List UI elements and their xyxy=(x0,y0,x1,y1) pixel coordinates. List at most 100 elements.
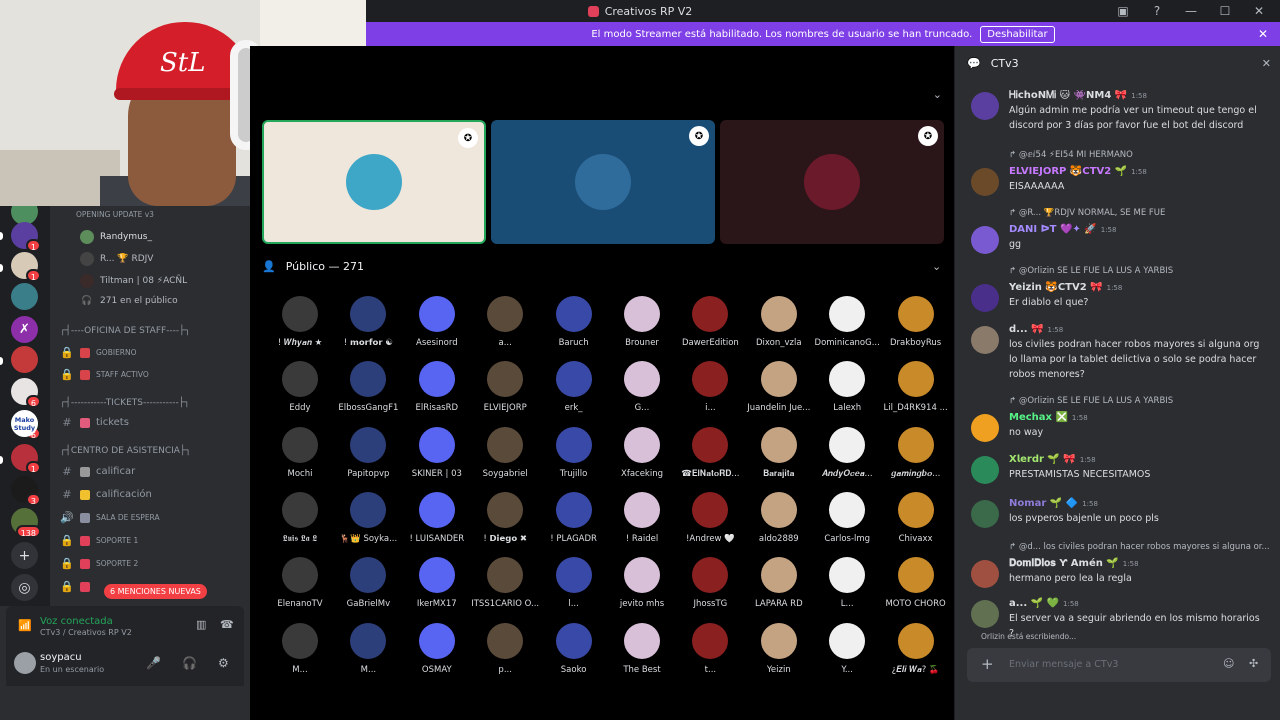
maximize-button[interactable]: ☐ xyxy=(1210,0,1240,22)
audience-member[interactable]: Carlos-lmg xyxy=(813,491,881,554)
server-icon[interactable]: 6 xyxy=(11,378,41,408)
channel-soporte-2[interactable]: 🔒 SOPORTE 2 xyxy=(60,557,245,570)
close-banner-icon[interactable]: ✕ xyxy=(1258,27,1268,41)
channel-calificacion[interactable]: # calificación xyxy=(60,488,245,501)
audience-member[interactable]: Juandelin Jue... xyxy=(745,361,813,423)
audience-member[interactable]: Dixon_vzla xyxy=(745,296,813,358)
avatar[interactable] xyxy=(971,226,999,254)
avatar[interactable] xyxy=(971,560,999,588)
close-window-button[interactable]: ✕ xyxy=(1244,0,1274,22)
message-placeholder[interactable]: Enviar mensaje a CTv3 xyxy=(1009,659,1118,670)
username[interactable]: soypacu xyxy=(40,652,82,663)
audience-member[interactable]: 🦌👑 Soyka... xyxy=(334,491,402,554)
chevron-down-icon[interactable]: ⌄ xyxy=(933,88,942,101)
audience-member[interactable]: 𝑨𝒏𝒅𝒚𝑶𝒄𝒆𝒂... xyxy=(813,426,881,489)
audience-member[interactable]: DrakboyRus xyxy=(882,296,950,358)
audience-member[interactable]: l... xyxy=(540,557,608,619)
audience-member[interactable]: !Andrew 🤍 xyxy=(676,491,744,554)
voice-user[interactable]: Tiltman | 08 ⚡ACÑL xyxy=(80,274,187,288)
audience-member[interactable]: Lalexh xyxy=(813,361,881,423)
message-author[interactable]: 𝗫𝗹𝗲𝗿𝗱𝗿 🌱 🎀 1:58 xyxy=(1009,454,1096,465)
message-author[interactable]: Yeizin 🐯CTV2 🎀 1:58 xyxy=(1009,282,1122,293)
audience-member[interactable]: DawerEdition xyxy=(676,296,744,358)
avatar[interactable] xyxy=(971,456,999,484)
mic-muted-icon[interactable]: 🎤 xyxy=(146,656,161,670)
server-icon[interactable]: 1 xyxy=(11,252,41,282)
server-icon[interactable] xyxy=(11,283,38,310)
audience-member[interactable]: ! LUISANDER xyxy=(403,491,471,554)
soundboard-icon[interactable]: ▥ xyxy=(196,618,206,631)
reply-preview[interactable]: ↱ @d... los civiles podran hacer robos m… xyxy=(1009,542,1271,552)
message-author[interactable]: ELVIEJORP 🐯CTV2 🌱 1:58 xyxy=(1009,166,1147,177)
audience-member[interactable]: ! Raidel xyxy=(608,491,676,554)
audience-member[interactable]: ElRisasRD xyxy=(403,361,471,423)
audience-member[interactable]: ITSS1CARIO O... xyxy=(471,557,539,619)
audience-member[interactable]: ! PLAGADR xyxy=(540,491,608,554)
audience-member[interactable]: Chivaxx xyxy=(882,491,950,554)
minimize-button[interactable]: — xyxy=(1176,0,1206,22)
message-author[interactable]: 𝗠𝗲𝗰𝗵𝗮𝘅 ❎ 1:58 xyxy=(1009,412,1088,423)
channel-staff-activo[interactable]: 🔒 STAFF ACTIVO xyxy=(60,368,245,381)
audience-member[interactable]: M... xyxy=(266,622,334,685)
message-author[interactable]: 𝐃𝐨𝐦𝐢𝐃𝐢𝐨𝐬 Ƴ Amén 🌱 1:58 xyxy=(1009,558,1139,569)
audience-member[interactable]: M... xyxy=(334,622,402,685)
audience-member[interactable]: IkerMX17 xyxy=(403,557,471,619)
close-chat-icon[interactable]: ✕ xyxy=(1262,57,1271,70)
channel-sala-espera[interactable]: 🔊 SALA DE ESPERA xyxy=(60,511,245,524)
inbox-icon[interactable]: ▣ xyxy=(1108,0,1138,22)
channel-calificar[interactable]: # calificar xyxy=(60,465,245,478)
audience-member[interactable]: MOTO CHORO xyxy=(882,557,950,619)
audience-member[interactable]: GaBrielMv xyxy=(334,557,402,619)
message-author[interactable]: d... 🎀 1:58 xyxy=(1009,324,1063,335)
server-icon[interactable]: 1 xyxy=(11,222,41,252)
audience-member[interactable]: L... xyxy=(813,557,881,619)
audience-member[interactable]: 𝒈𝒂𝒎𝒊𝒏𝒈𝒃𝒐... xyxy=(882,426,950,489)
add-attachment-icon[interactable]: + xyxy=(981,655,994,673)
help-icon[interactable]: ? xyxy=(1142,0,1172,22)
voice-user[interactable]: Randymus_ xyxy=(80,230,152,244)
audience-member[interactable]: p... xyxy=(471,622,539,685)
avatar[interactable] xyxy=(971,600,999,628)
audience-member[interactable]: ElenanoTV xyxy=(266,557,334,619)
audience-member[interactable]: JhossTG xyxy=(676,557,744,619)
headphones-icon[interactable]: 🎧 xyxy=(182,656,197,670)
avatar[interactable] xyxy=(971,326,999,354)
audience-member[interactable]: 𝕷𝖚𝖎𝖘 𝕷𝖆 𝕷 xyxy=(266,491,334,554)
audience-member[interactable]: Y... xyxy=(813,622,881,685)
server-icon[interactable]: 3 xyxy=(11,476,41,506)
channel-tickets[interactable]: # tickets xyxy=(60,416,245,429)
message-author[interactable]: DANI ᐅT 💜✦ 🚀 1:58 xyxy=(1009,224,1116,235)
add-server-button[interactable]: + xyxy=(11,542,38,569)
audience-member[interactable]: ☎𝐄𝐥𝐍𝐚𝐭𝐨𝐑𝐃... xyxy=(676,426,744,489)
audience-member[interactable]: ! 𝗺𝗼𝗿𝗳𝗼𝗿 ☯ xyxy=(334,296,402,358)
channel-soporte-1[interactable]: 🔒 SOPORTE 1 xyxy=(60,534,245,547)
audience-member[interactable]: t... xyxy=(676,622,744,685)
audience-member[interactable]: ELVIEJORP xyxy=(471,361,539,423)
audience-member[interactable]: DominicanoG... xyxy=(813,296,881,358)
audience-member[interactable]: erk_ xyxy=(540,361,608,423)
category-assistance[interactable]: ┌┤CENTRO DE ASISTENCIA├┐ xyxy=(60,446,191,456)
emoji-picker-icon[interactable]: ☺ xyxy=(1223,657,1234,670)
audience-member[interactable]: ! 𝑾𝒉𝒚𝒂𝒏 ★ xyxy=(266,296,334,358)
message-input[interactable]: + Enviar mensaje a CTv3 ☺ ✣ xyxy=(967,648,1271,682)
reply-preview[interactable]: ↱ @R... 🏆RDJV NORMAL, SE ME FUE xyxy=(1009,208,1271,218)
audience-member[interactable]: i... xyxy=(676,361,744,423)
explore-servers-button[interactable]: ◎ xyxy=(11,574,38,601)
server-icon[interactable]: 1 xyxy=(11,444,41,474)
audience-header[interactable]: 👤 Público — 271 ⌄ xyxy=(262,260,941,273)
audience-member[interactable]: The Best xyxy=(608,622,676,685)
signal-icon[interactable]: 📶 xyxy=(18,619,32,632)
audience-member[interactable]: 𝐁𝐚𝐫𝐚𝐣𝐢𝐭𝐚 xyxy=(745,426,813,489)
reply-preview[interactable]: ↱ @Orlizin SE LE FUE LA LUS A YARBIS xyxy=(1009,266,1271,276)
message-author[interactable]: Nomar 🌱 🔷 1:58 xyxy=(1009,498,1098,509)
audience-member[interactable]: Papitopvp xyxy=(334,426,402,489)
reply-preview[interactable]: ↱ @ⅇⅈ54 ⚡EI54 MI HERMANO xyxy=(1009,150,1271,160)
audience-member[interactable]: LAPARA RD xyxy=(745,557,813,619)
server-icon[interactable]: 138 xyxy=(11,508,41,538)
avatar[interactable] xyxy=(971,92,999,120)
audience-member[interactable]: Lil_D4RK914 ... xyxy=(882,361,950,423)
voice-location[interactable]: CTv3 / Creativos RP V2 xyxy=(40,628,132,637)
new-mentions-badge[interactable]: 6 MENCIONES NUEVAS xyxy=(104,584,207,599)
mako-study-server-icon[interactable]: Mako Study xyxy=(11,410,38,437)
avatar[interactable] xyxy=(971,500,999,528)
